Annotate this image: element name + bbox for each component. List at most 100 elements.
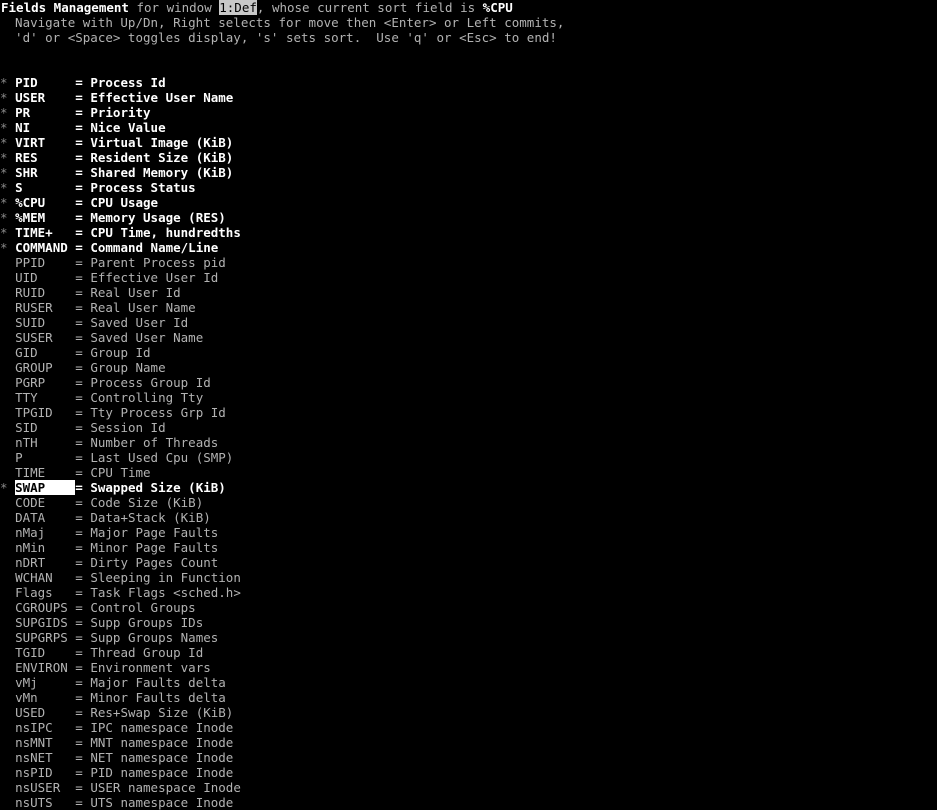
field-row[interactable]: nDRT = Dirty Pages Count [0, 555, 937, 570]
field-name[interactable]: TGID [15, 645, 75, 660]
field-enabled-marker[interactable] [0, 630, 15, 645]
field-name[interactable]: nTH [15, 435, 75, 450]
field-enabled-marker[interactable] [0, 795, 15, 810]
field-name[interactable]: CGROUPS [15, 600, 75, 615]
field-name[interactable]: Flags [15, 585, 75, 600]
field-name[interactable]: WCHAN [15, 570, 75, 585]
field-enabled-marker[interactable]: * [0, 90, 15, 105]
field-name[interactable]: RUSER [15, 300, 75, 315]
field-enabled-marker[interactable]: * [0, 150, 15, 165]
field-name[interactable]: %CPU [15, 195, 75, 210]
field-enabled-marker[interactable] [0, 720, 15, 735]
field-enabled-marker[interactable] [0, 600, 15, 615]
field-name[interactable]: vMj [15, 675, 75, 690]
field-name[interactable]: PPID [15, 255, 75, 270]
field-name[interactable]: USED [15, 705, 75, 720]
field-row[interactable]: nsUSER = USER namespace Inode [0, 780, 937, 795]
field-row[interactable]: vMj = Major Faults delta [0, 675, 937, 690]
field-name[interactable]: NI [15, 120, 75, 135]
field-row[interactable]: WCHAN = Sleeping in Function [0, 570, 937, 585]
field-enabled-marker[interactable] [0, 735, 15, 750]
field-enabled-marker[interactable]: * [0, 120, 15, 135]
field-row[interactable]: GID = Group Id [0, 345, 937, 360]
field-enabled-marker[interactable]: * [0, 180, 15, 195]
field-enabled-marker[interactable] [0, 255, 15, 270]
field-row[interactable]: vMn = Minor Faults delta [0, 690, 937, 705]
field-name[interactable]: RES [15, 150, 75, 165]
field-enabled-marker[interactable] [0, 375, 15, 390]
field-enabled-marker[interactable] [0, 420, 15, 435]
field-name[interactable]: RUID [15, 285, 75, 300]
field-name[interactable]: TTY [15, 390, 75, 405]
field-row[interactable]: TIME = CPU Time [0, 465, 937, 480]
field-name[interactable]: SUSER [15, 330, 75, 345]
field-row[interactable]: * %CPU = CPU Usage [0, 195, 937, 210]
field-row[interactable]: * S = Process Status [0, 180, 937, 195]
header-window-value[interactable]: 1:Def [219, 0, 257, 15]
field-row[interactable]: * PR = Priority [0, 105, 937, 120]
field-name[interactable]: PGRP [15, 375, 75, 390]
field-row[interactable]: CGROUPS = Control Groups [0, 600, 937, 615]
field-row[interactable]: nMin = Minor Page Faults [0, 540, 937, 555]
field-name[interactable]: %MEM [15, 210, 75, 225]
field-row[interactable]: * PID = Process Id [0, 75, 937, 90]
field-enabled-marker[interactable] [0, 270, 15, 285]
field-name[interactable]: nsIPC [15, 720, 75, 735]
field-name[interactable]: PR [15, 105, 75, 120]
field-enabled-marker[interactable] [0, 285, 15, 300]
field-enabled-marker[interactable] [0, 780, 15, 795]
field-row[interactable]: Flags = Task Flags <sched.h> [0, 585, 937, 600]
field-row[interactable]: TTY = Controlling Tty [0, 390, 937, 405]
field-name[interactable]: VIRT [15, 135, 75, 150]
field-name[interactable]: PID [15, 75, 75, 90]
field-enabled-marker[interactable] [0, 765, 15, 780]
field-name[interactable]: nsPID [15, 765, 75, 780]
field-row[interactable]: nsNET = NET namespace Inode [0, 750, 937, 765]
field-row[interactable]: RUSER = Real User Name [0, 300, 937, 315]
field-enabled-marker[interactable]: * [0, 225, 15, 240]
field-enabled-marker[interactable] [0, 660, 15, 675]
field-enabled-marker[interactable] [0, 570, 15, 585]
field-enabled-marker[interactable]: * [0, 105, 15, 120]
field-enabled-marker[interactable] [0, 675, 15, 690]
field-enabled-marker[interactable] [0, 405, 15, 420]
field-enabled-marker[interactable] [0, 495, 15, 510]
field-enabled-marker[interactable] [0, 330, 15, 345]
field-row[interactable]: P = Last Used Cpu (SMP) [0, 450, 937, 465]
field-row[interactable]: SUPGIDS = Supp Groups IDs [0, 615, 937, 630]
field-row[interactable]: * RES = Resident Size (KiB) [0, 150, 937, 165]
field-enabled-marker[interactable] [0, 750, 15, 765]
field-name[interactable]: SID [15, 420, 75, 435]
field-name[interactable]: nDRT [15, 555, 75, 570]
field-name[interactable]: GID [15, 345, 75, 360]
field-enabled-marker[interactable] [0, 435, 15, 450]
field-name[interactable]: COMMAND [15, 240, 75, 255]
field-row[interactable]: SUSER = Saved User Name [0, 330, 937, 345]
field-name[interactable]: SWAP [15, 480, 76, 495]
field-name[interactable]: P [15, 450, 75, 465]
field-row[interactable]: CODE = Code Size (KiB) [0, 495, 937, 510]
field-name[interactable]: TPGID [15, 405, 75, 420]
field-row[interactable]: GROUP = Group Name [0, 360, 937, 375]
field-name[interactable]: ENVIRON [15, 660, 75, 675]
field-enabled-marker[interactable] [0, 585, 15, 600]
field-enabled-marker[interactable] [0, 345, 15, 360]
field-enabled-marker[interactable] [0, 300, 15, 315]
field-row[interactable]: PGRP = Process Group Id [0, 375, 937, 390]
field-name[interactable]: DATA [15, 510, 75, 525]
field-name[interactable]: nsMNT [15, 735, 75, 750]
field-name[interactable]: CODE [15, 495, 75, 510]
field-row[interactable]: * SWAP = Swapped Size (KiB) [0, 480, 937, 495]
field-name[interactable]: nMin [15, 540, 75, 555]
field-name[interactable]: vMn [15, 690, 75, 705]
field-row[interactable]: * VIRT = Virtual Image (KiB) [0, 135, 937, 150]
field-enabled-marker[interactable] [0, 510, 15, 525]
field-enabled-marker[interactable] [0, 705, 15, 720]
field-row[interactable]: DATA = Data+Stack (KiB) [0, 510, 937, 525]
field-enabled-marker[interactable]: * [0, 75, 15, 90]
field-name[interactable]: S [15, 180, 75, 195]
field-enabled-marker[interactable] [0, 645, 15, 660]
field-row[interactable]: SID = Session Id [0, 420, 937, 435]
field-name[interactable]: SUID [15, 315, 75, 330]
field-name[interactable]: nsUTS [15, 795, 75, 810]
